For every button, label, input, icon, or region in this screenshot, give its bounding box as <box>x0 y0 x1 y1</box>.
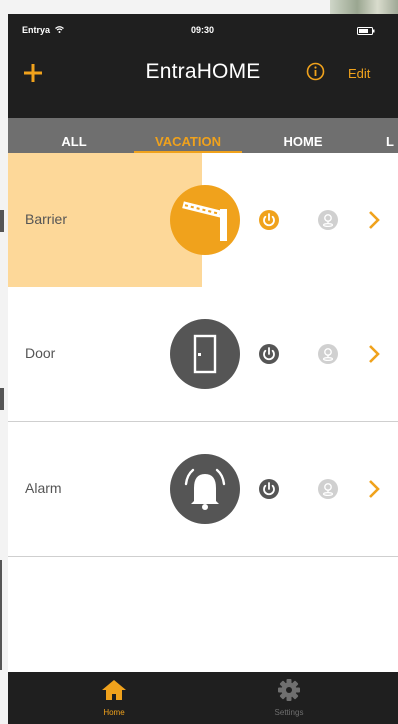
wifi-icon <box>54 26 64 33</box>
info-icon[interactable] <box>306 62 325 81</box>
bottom-tab-settings[interactable]: Settings <box>229 672 349 724</box>
background-edge-mark <box>0 560 2 670</box>
carrier-label: Entrya <box>22 25 64 35</box>
bottom-tab-label: Home <box>103 708 125 717</box>
power-icon[interactable] <box>258 209 280 231</box>
location-pin-icon[interactable] <box>317 478 339 500</box>
status-time: 09:30 <box>191 25 215 35</box>
chevron-right-icon[interactable] <box>366 344 382 364</box>
background-photo <box>330 0 398 14</box>
device-name: Door <box>25 345 56 361</box>
location-pin-icon[interactable] <box>317 343 339 365</box>
app-screen: Entrya 09:30 EntraHOME Edit ALL VACATION… <box>8 14 398 724</box>
edit-button[interactable]: Edit <box>348 66 370 81</box>
device-name: Barrier <box>25 211 68 227</box>
power-icon[interactable] <box>258 478 280 500</box>
door-icon[interactable] <box>170 319 240 389</box>
location-pin-icon[interactable] <box>317 209 339 231</box>
nav-bar: EntraHOME Edit <box>8 50 398 118</box>
power-icon[interactable] <box>258 343 280 365</box>
barrier-icon[interactable] <box>170 185 240 255</box>
background-edge-mark <box>0 388 4 410</box>
device-name: Alarm <box>25 480 62 496</box>
background-edge-mark <box>0 210 4 232</box>
bottom-tab-label: Settings <box>274 708 304 717</box>
status-bar: Entrya 09:30 <box>8 14 398 50</box>
chevron-right-icon[interactable] <box>366 479 382 499</box>
bottom-tab-home[interactable]: Home <box>54 672 174 724</box>
bottom-tab-bar: Home Settings <box>8 672 398 724</box>
device-row-barrier[interactable]: Barrier <box>8 153 398 288</box>
alarm-bell-icon[interactable] <box>170 454 240 524</box>
gear-icon <box>278 679 300 701</box>
home-icon <box>102 680 126 700</box>
device-row-alarm[interactable]: Alarm <box>8 422 398 557</box>
carrier-name: Entrya <box>22 25 51 35</box>
page-title: EntraHOME <box>145 60 261 83</box>
device-row-door[interactable]: Door <box>8 287 398 422</box>
battery-icon <box>357 27 375 35</box>
chevron-right-icon[interactable] <box>366 210 382 230</box>
